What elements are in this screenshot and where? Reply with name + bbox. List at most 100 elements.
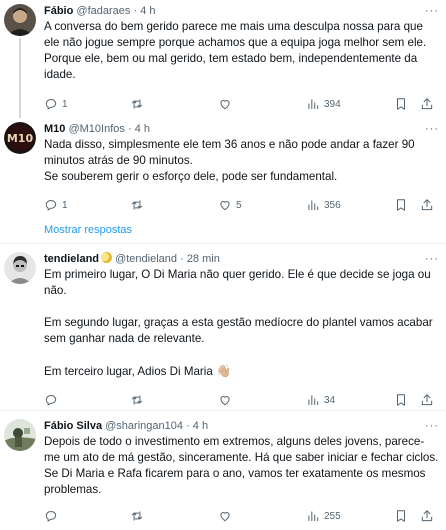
tweet[interactable]: Fábio Silva @sharingan104 · 4 h ··· Depo…: [0, 419, 446, 524]
bookmark-button[interactable]: [394, 508, 408, 524]
heart-icon: [220, 100, 230, 110]
timestamp[interactable]: 4 h: [135, 123, 150, 135]
retweet-button[interactable]: [130, 508, 148, 524]
tweet-paragraph: Se souberem gerir o esforço dele, pode s…: [44, 170, 338, 183]
like-button[interactable]: 5: [218, 197, 242, 213]
wave-emoji-icon: 👋🏼: [216, 364, 232, 378]
bookmark-button[interactable]: [394, 392, 408, 408]
display-name[interactable]: Fábio Silva: [44, 420, 102, 432]
separator: ·: [127, 123, 132, 135]
user-handle[interactable]: @fadaraes: [76, 5, 130, 17]
separator: ·: [186, 420, 190, 432]
tweet[interactable]: Fábio @fadaraes · 4 h ··· A conversa do …: [0, 4, 446, 112]
tweet-header: Fábio Silva @sharingan104 · 4 h: [44, 419, 440, 434]
tweet-paragraph: Em segundo lugar, graças a esta gestão m…: [44, 316, 433, 345]
tweet-actions: 1 5 356: [44, 197, 440, 213]
display-name[interactable]: Fábio: [44, 5, 73, 17]
views-icon: [308, 395, 319, 406]
bookmark-icon: [397, 98, 405, 110]
show-more-replies-link[interactable]: Mostrar respostas: [44, 224, 132, 236]
reply-feed: Fábio @fadaraes · 4 h ··· A conversa do …: [0, 0, 446, 530]
moon-emoji-icon: [101, 252, 113, 263]
user-handle[interactable]: @sharingan104: [105, 420, 183, 432]
retweet-icon: [131, 99, 143, 109]
retweet-icon: [131, 200, 143, 210]
tweet[interactable]: M10 M10 @M10Infos · 4 h ··· Nada disso, …: [0, 122, 446, 213]
bookmark-icon: [397, 394, 405, 406]
reply-icon: [45, 511, 57, 522]
user-handle[interactable]: @M10Infos: [68, 123, 124, 135]
display-name[interactable]: M10: [44, 123, 65, 135]
bookmark-button[interactable]: [394, 197, 408, 213]
heart-icon: [220, 512, 230, 522]
views-button[interactable]: 394: [306, 96, 341, 112]
share-button[interactable]: [420, 508, 434, 524]
more-options-icon[interactable]: ···: [424, 123, 440, 135]
heart-icon: [220, 396, 230, 406]
tweet-header: Fábio @fadaraes · 4 h: [44, 4, 440, 19]
tweet[interactable]: tendieland @tendieland · 28 min ··· Em p…: [0, 252, 446, 408]
timestamp[interactable]: 28 min: [187, 253, 220, 265]
views-count: 356: [324, 199, 341, 211]
separator: ·: [133, 5, 138, 17]
retweet-button[interactable]: [130, 96, 148, 112]
retweet-button[interactable]: [130, 392, 148, 408]
retweet-icon: [131, 511, 143, 521]
tweet-paragraph: Em terceiro lugar, Adios Di Maria 👋🏼: [44, 363, 440, 380]
more-options-icon[interactable]: ···: [424, 253, 440, 265]
like-button[interactable]: [218, 508, 236, 524]
tweet-actions: 255: [44, 508, 440, 524]
views-icon: [308, 99, 319, 110]
retweet-button[interactable]: [130, 197, 148, 213]
reply-button[interactable]: [44, 392, 62, 408]
tweet-actions: 34: [44, 392, 440, 408]
share-icon: [421, 98, 433, 110]
like-count: 5: [236, 199, 242, 211]
share-button[interactable]: [420, 197, 434, 213]
reply-button[interactable]: 1: [44, 197, 68, 213]
timestamp[interactable]: 4 h: [193, 420, 208, 432]
share-button[interactable]: [420, 392, 434, 408]
views-icon: [308, 200, 319, 211]
more-options-icon[interactable]: ···: [424, 420, 440, 432]
tweet-paragraph-text: Em terceiro lugar, Adios Di Maria: [44, 365, 213, 378]
reply-icon: [45, 395, 57, 406]
reply-button[interactable]: [44, 508, 62, 524]
like-button[interactable]: [218, 392, 236, 408]
timestamp[interactable]: 4 h: [140, 5, 155, 17]
views-count: 394: [324, 98, 341, 110]
reply-count: 1: [62, 98, 68, 110]
tweet-paragraph: A conversa do bem gerido parece me mais …: [44, 20, 427, 81]
divider: [0, 410, 446, 411]
reply-icon: [45, 99, 57, 110]
tweet-paragraph: Depois de todo o investimento em extremo…: [44, 435, 439, 496]
reply-count: 1: [62, 199, 68, 211]
share-icon: [421, 510, 433, 522]
tweet-text: Em primeiro lugar, O Di Maria não quer g…: [44, 267, 440, 380]
views-button[interactable]: 255: [306, 508, 341, 524]
reply-button[interactable]: 1: [44, 96, 68, 112]
views-count: 34: [324, 394, 336, 406]
tweet-header: tendieland @tendieland · 28 min: [44, 252, 440, 267]
user-handle[interactable]: @tendieland: [115, 253, 177, 265]
separator: ·: [180, 253, 184, 265]
views-icon: [308, 511, 319, 522]
bookmark-button[interactable]: [394, 96, 408, 112]
more-options-icon[interactable]: ···: [424, 5, 440, 17]
tweet-text: Nada disso, simplesmente ele tem 36 anos…: [44, 137, 440, 185]
bookmark-icon: [397, 199, 405, 211]
views-button[interactable]: 34: [306, 392, 335, 408]
reply-icon: [45, 200, 57, 211]
tweet-text: Depois de todo o investimento em extremo…: [44, 434, 440, 498]
share-button[interactable]: [420, 96, 434, 112]
like-button[interactable]: [218, 96, 236, 112]
divider: [0, 243, 446, 244]
tweet-paragraph: Em primeiro lugar, O Di Maria não quer g…: [44, 268, 431, 297]
heart-icon: [220, 201, 230, 211]
tweet-header: M10 @M10Infos · 4 h: [44, 122, 440, 137]
display-name[interactable]: tendieland: [44, 253, 99, 265]
share-icon: [421, 394, 433, 406]
tweet-paragraph: Nada disso, simplesmente ele tem 36 anos…: [44, 138, 415, 167]
views-count: 255: [324, 510, 341, 522]
views-button[interactable]: 356: [306, 197, 341, 213]
